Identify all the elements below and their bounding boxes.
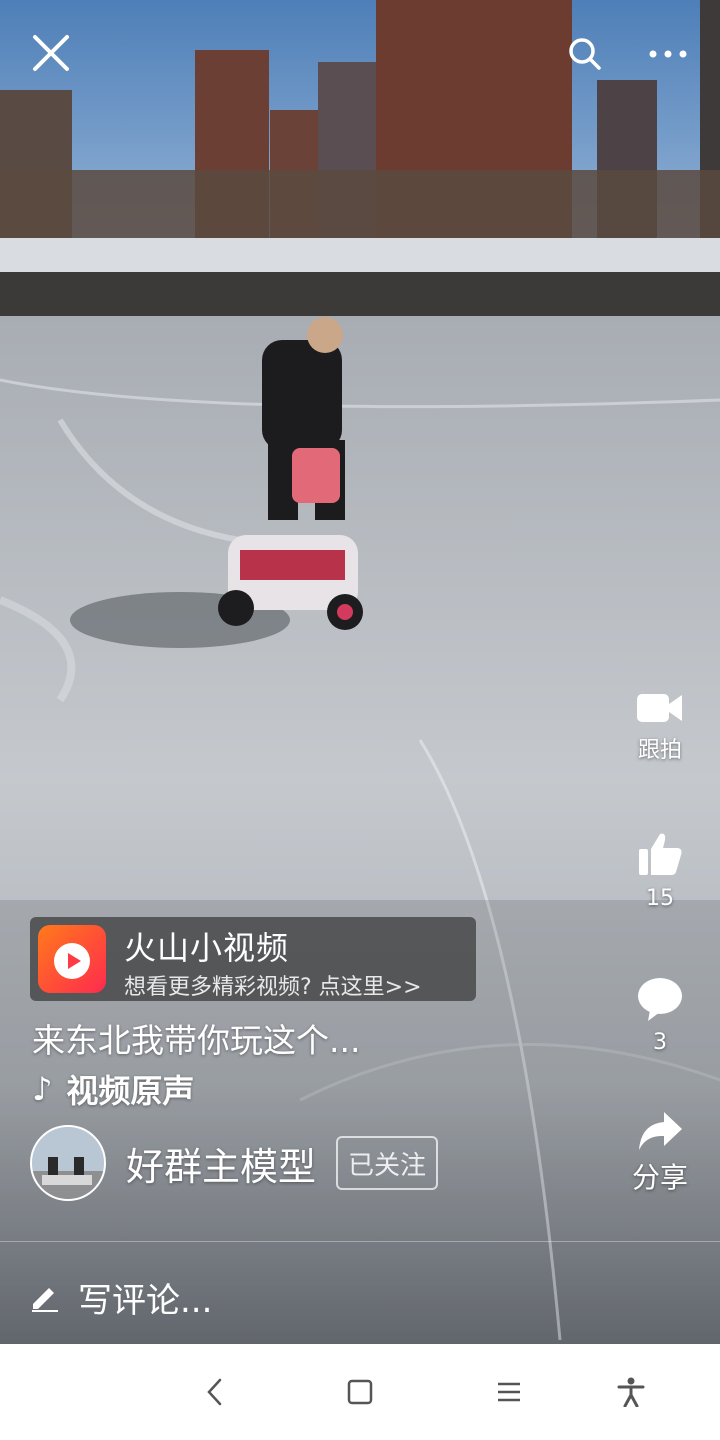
system-nav-bar <box>0 1344 720 1440</box>
like-count: 15 <box>646 886 674 911</box>
video-camera-icon <box>637 694 682 722</box>
app-promo-banner[interactable]: 火山小视频 想看更多精彩视频? 点这里>> <box>30 917 476 1001</box>
more-dots-icon[interactable] <box>638 24 698 84</box>
music-note-icon: ♪ <box>32 1070 53 1108</box>
search-icon[interactable] <box>555 24 615 84</box>
divider <box>0 1241 720 1242</box>
avatar[interactable] <box>30 1125 106 1201</box>
comment-count: 3 <box>653 1030 667 1055</box>
follow-shoot-label: 跟拍 <box>637 738 682 763</box>
like-button[interactable]: 15 <box>600 830 720 911</box>
comment-button[interactable]: 3 <box>600 976 720 1055</box>
huoshan-logo-icon <box>38 925 106 993</box>
author-row: 好群主模型 已关注 <box>30 1125 439 1201</box>
comment-placeholder: 写评论... <box>78 1280 213 1321</box>
menu-lines-icon[interactable] <box>481 1364 537 1420</box>
thumbs-up-icon <box>639 833 682 875</box>
comment-input[interactable]: 写评论... <box>30 1272 212 1322</box>
banner-subtitle: 想看更多精彩视频? 点这里>> <box>124 975 422 1000</box>
share-label: 分享 <box>631 1161 688 1194</box>
video-caption: 来东北我带你玩这个... <box>32 1021 361 1060</box>
music-info[interactable]: ♪ 视频原声 <box>32 1066 194 1112</box>
accessibility-icon[interactable] <box>603 1364 659 1420</box>
author-name[interactable]: 好群主模型 <box>126 1136 316 1191</box>
home-square-icon[interactable] <box>332 1364 388 1420</box>
back-chevron-icon[interactable] <box>186 1364 242 1420</box>
close-icon[interactable] <box>21 23 81 83</box>
share-button[interactable]: 分享 <box>600 1110 720 1196</box>
top-bar <box>0 0 720 110</box>
music-title: 视频原声 <box>66 1072 195 1110</box>
pencil-icon <box>32 1288 58 1312</box>
banner-title: 火山小视频 <box>124 929 290 967</box>
share-arrow-icon <box>639 1112 682 1150</box>
comment-bubble-icon <box>638 978 682 1021</box>
follow-status-button[interactable]: 已关注 <box>336 1136 439 1190</box>
follow-shoot-button[interactable]: 跟拍 <box>600 688 720 764</box>
